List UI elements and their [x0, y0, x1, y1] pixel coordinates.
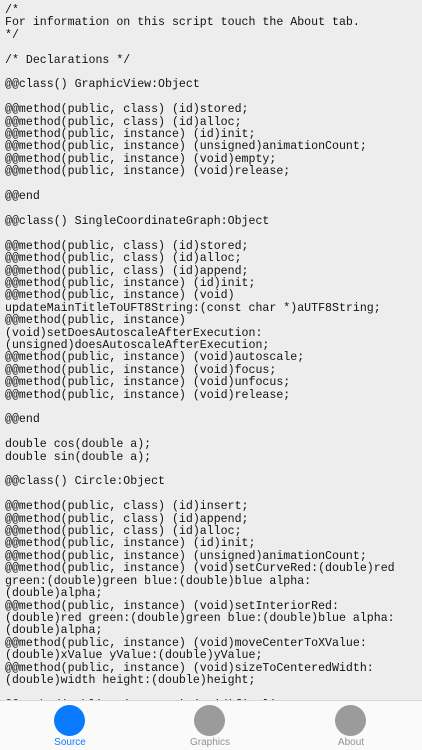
tab-about-label: About	[337, 737, 365, 748]
tab-bar: Source Graphics About	[0, 700, 422, 750]
tab-graphics-label: Graphics	[189, 737, 230, 748]
graphics-circle-icon	[194, 705, 225, 736]
source-code-view[interactable]: /* For information on this script touch …	[0, 0, 422, 700]
app-screen: /* For information on this script touch …	[0, 0, 422, 750]
tab-about[interactable]: About	[281, 701, 421, 750]
tab-source[interactable]: Source	[0, 701, 140, 750]
source-circle-icon	[54, 705, 85, 736]
tab-source-label: Source	[54, 737, 86, 748]
source-code-text[interactable]: /* For information on this script touch …	[5, 4, 395, 700]
about-circle-icon	[335, 705, 366, 736]
tab-graphics[interactable]: Graphics	[140, 701, 280, 750]
